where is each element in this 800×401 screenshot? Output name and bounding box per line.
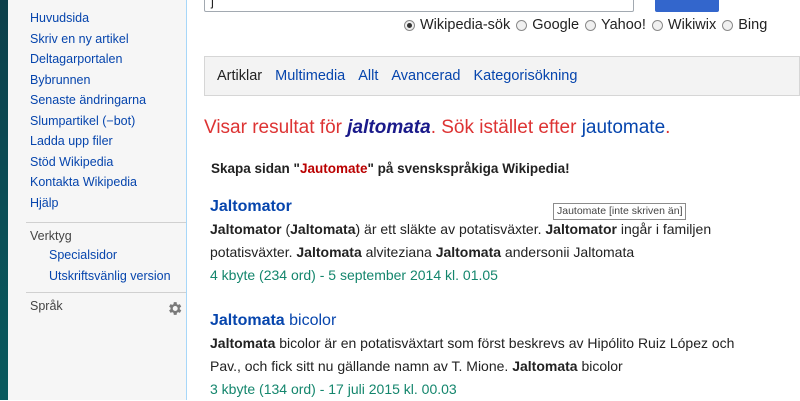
radio-icon[interactable] — [516, 19, 528, 31]
result-snippet-line: Jaltomata bicolor är en potatisväxtart s… — [210, 335, 735, 351]
radio-icon[interactable] — [651, 19, 663, 31]
engine-label: Wikipedia-sök — [420, 17, 511, 33]
sidebar: Huvudsida Skriv en ny artikel Deltagarpo… — [8, 0, 187, 400]
engine-option-yahoo[interactable]: Yahoo! — [585, 17, 646, 33]
main-content: j Wikipedia-sök Google Yahoo! Wikiwix Bi… — [187, 0, 800, 400]
showing-results-notice: Visar resultat för jaltomata. Sök iställ… — [204, 117, 670, 139]
original-query-link[interactable]: jautomate — [582, 117, 665, 138]
result-metadata: 3 kbyte (134 ord) - 17 juli 2015 kl. 00.… — [210, 381, 457, 397]
sidebar-item-main-page[interactable]: Huvudsida — [30, 8, 146, 29]
languages-heading: Språk — [30, 299, 63, 313]
tab-articles[interactable]: Artiklar — [217, 68, 262, 84]
result-snippet-line: potatisväxter. Jaltomata alviteziana Jal… — [210, 244, 635, 260]
search-button[interactable] — [655, 0, 719, 12]
result-title-match: Jaltomata — [210, 312, 285, 329]
sidebar-item-printable-version[interactable]: Utskriftsvänlig version — [49, 266, 171, 287]
search-input[interactable]: j — [204, 0, 634, 12]
link-tooltip: Jautomate [inte skriven än] — [553, 203, 687, 220]
engine-option-wikiwix[interactable]: Wikiwix — [651, 17, 717, 33]
tab-category-search[interactable]: Kategorisökning — [473, 68, 577, 84]
tab-advanced[interactable]: Avancerad — [391, 68, 460, 84]
engine-label: Google — [532, 17, 580, 33]
tools-heading: Verktyg — [30, 229, 72, 243]
sidebar-item-special-pages[interactable]: Specialsidor — [49, 245, 171, 266]
gear-icon[interactable] — [166, 300, 183, 317]
create-page-notice: Skapa sidan "Jautomate" på svenskspråkig… — [211, 161, 570, 176]
tab-multimedia[interactable]: Multimedia — [275, 68, 345, 84]
showing-middle: . Sök istället efter — [430, 117, 582, 138]
result-title-link[interactable]: Jaltomata bicolor — [210, 310, 770, 332]
engine-label: Yahoo! — [601, 17, 646, 33]
tab-all[interactable]: Allt — [358, 68, 378, 84]
search-scope-tabs: Artiklar Multimedia Allt Avancerad Kateg… — [204, 56, 800, 96]
sidebar-divider — [26, 292, 186, 293]
search-result: Jaltomata bicolor Jaltomata bicolor är e… — [210, 310, 770, 401]
search-engine-options: Wikipedia-sök Google Yahoo! Wikiwix Bing — [404, 17, 773, 33]
desktop-edge — [0, 0, 8, 400]
engine-option-google[interactable]: Google — [516, 17, 579, 33]
sidebar-item-random-article[interactable]: Slumpartikel (−bot) — [30, 111, 146, 132]
create-page-link[interactable]: Jautomate — [300, 161, 368, 176]
sidebar-item-new-article[interactable]: Skriv en ny artikel — [30, 29, 146, 50]
result-metadata: 4 kbyte (234 ord) - 5 september 2014 kl.… — [210, 267, 498, 283]
sidebar-item-community-portal[interactable]: Deltagarportalen — [30, 49, 146, 70]
result-title-rest: bicolor — [284, 312, 337, 329]
sidebar-item-help[interactable]: Hjälp — [30, 193, 146, 214]
sidebar-divider — [26, 222, 186, 223]
showing-prefix: Visar resultat för — [204, 117, 348, 138]
tools-list: Specialsidor Utskriftsvänlig version — [49, 245, 171, 286]
sidebar-item-contact[interactable]: Kontakta Wikipedia — [30, 172, 146, 193]
search-term-link[interactable]: jaltomata — [347, 117, 430, 138]
sidebar-item-recent-changes[interactable]: Senaste ändringarna — [30, 90, 146, 111]
sidebar-navigation: Huvudsida Skriv en ny artikel Deltagarpo… — [30, 8, 146, 213]
sidebar-item-village-pump[interactable]: Bybrunnen — [30, 70, 146, 91]
showing-end: . — [665, 117, 671, 138]
create-suffix: " på svenskspråkiga Wikipedia! — [367, 161, 570, 176]
engine-option-bing[interactable]: Bing — [722, 17, 767, 33]
radio-selected-icon[interactable] — [404, 19, 415, 31]
engine-label: Bing — [738, 17, 768, 33]
result-snippet-line: Jaltomator (Jaltomata) är ett släkte av … — [210, 221, 712, 237]
engine-option-wikipedia[interactable]: Wikipedia-sök — [404, 17, 510, 33]
sidebar-item-upload-files[interactable]: Ladda upp filer — [30, 131, 146, 152]
radio-icon[interactable] — [722, 19, 734, 31]
engine-label: Wikiwix — [667, 17, 717, 33]
result-snippet-line: Pav., och fick sitt nu gällande namn av … — [210, 358, 623, 374]
sidebar-item-donate[interactable]: Stöd Wikipedia — [30, 152, 146, 173]
radio-icon[interactable] — [585, 19, 597, 31]
create-prefix: Skapa sidan " — [211, 161, 300, 176]
result-title-match: Jaltomator — [210, 198, 292, 215]
